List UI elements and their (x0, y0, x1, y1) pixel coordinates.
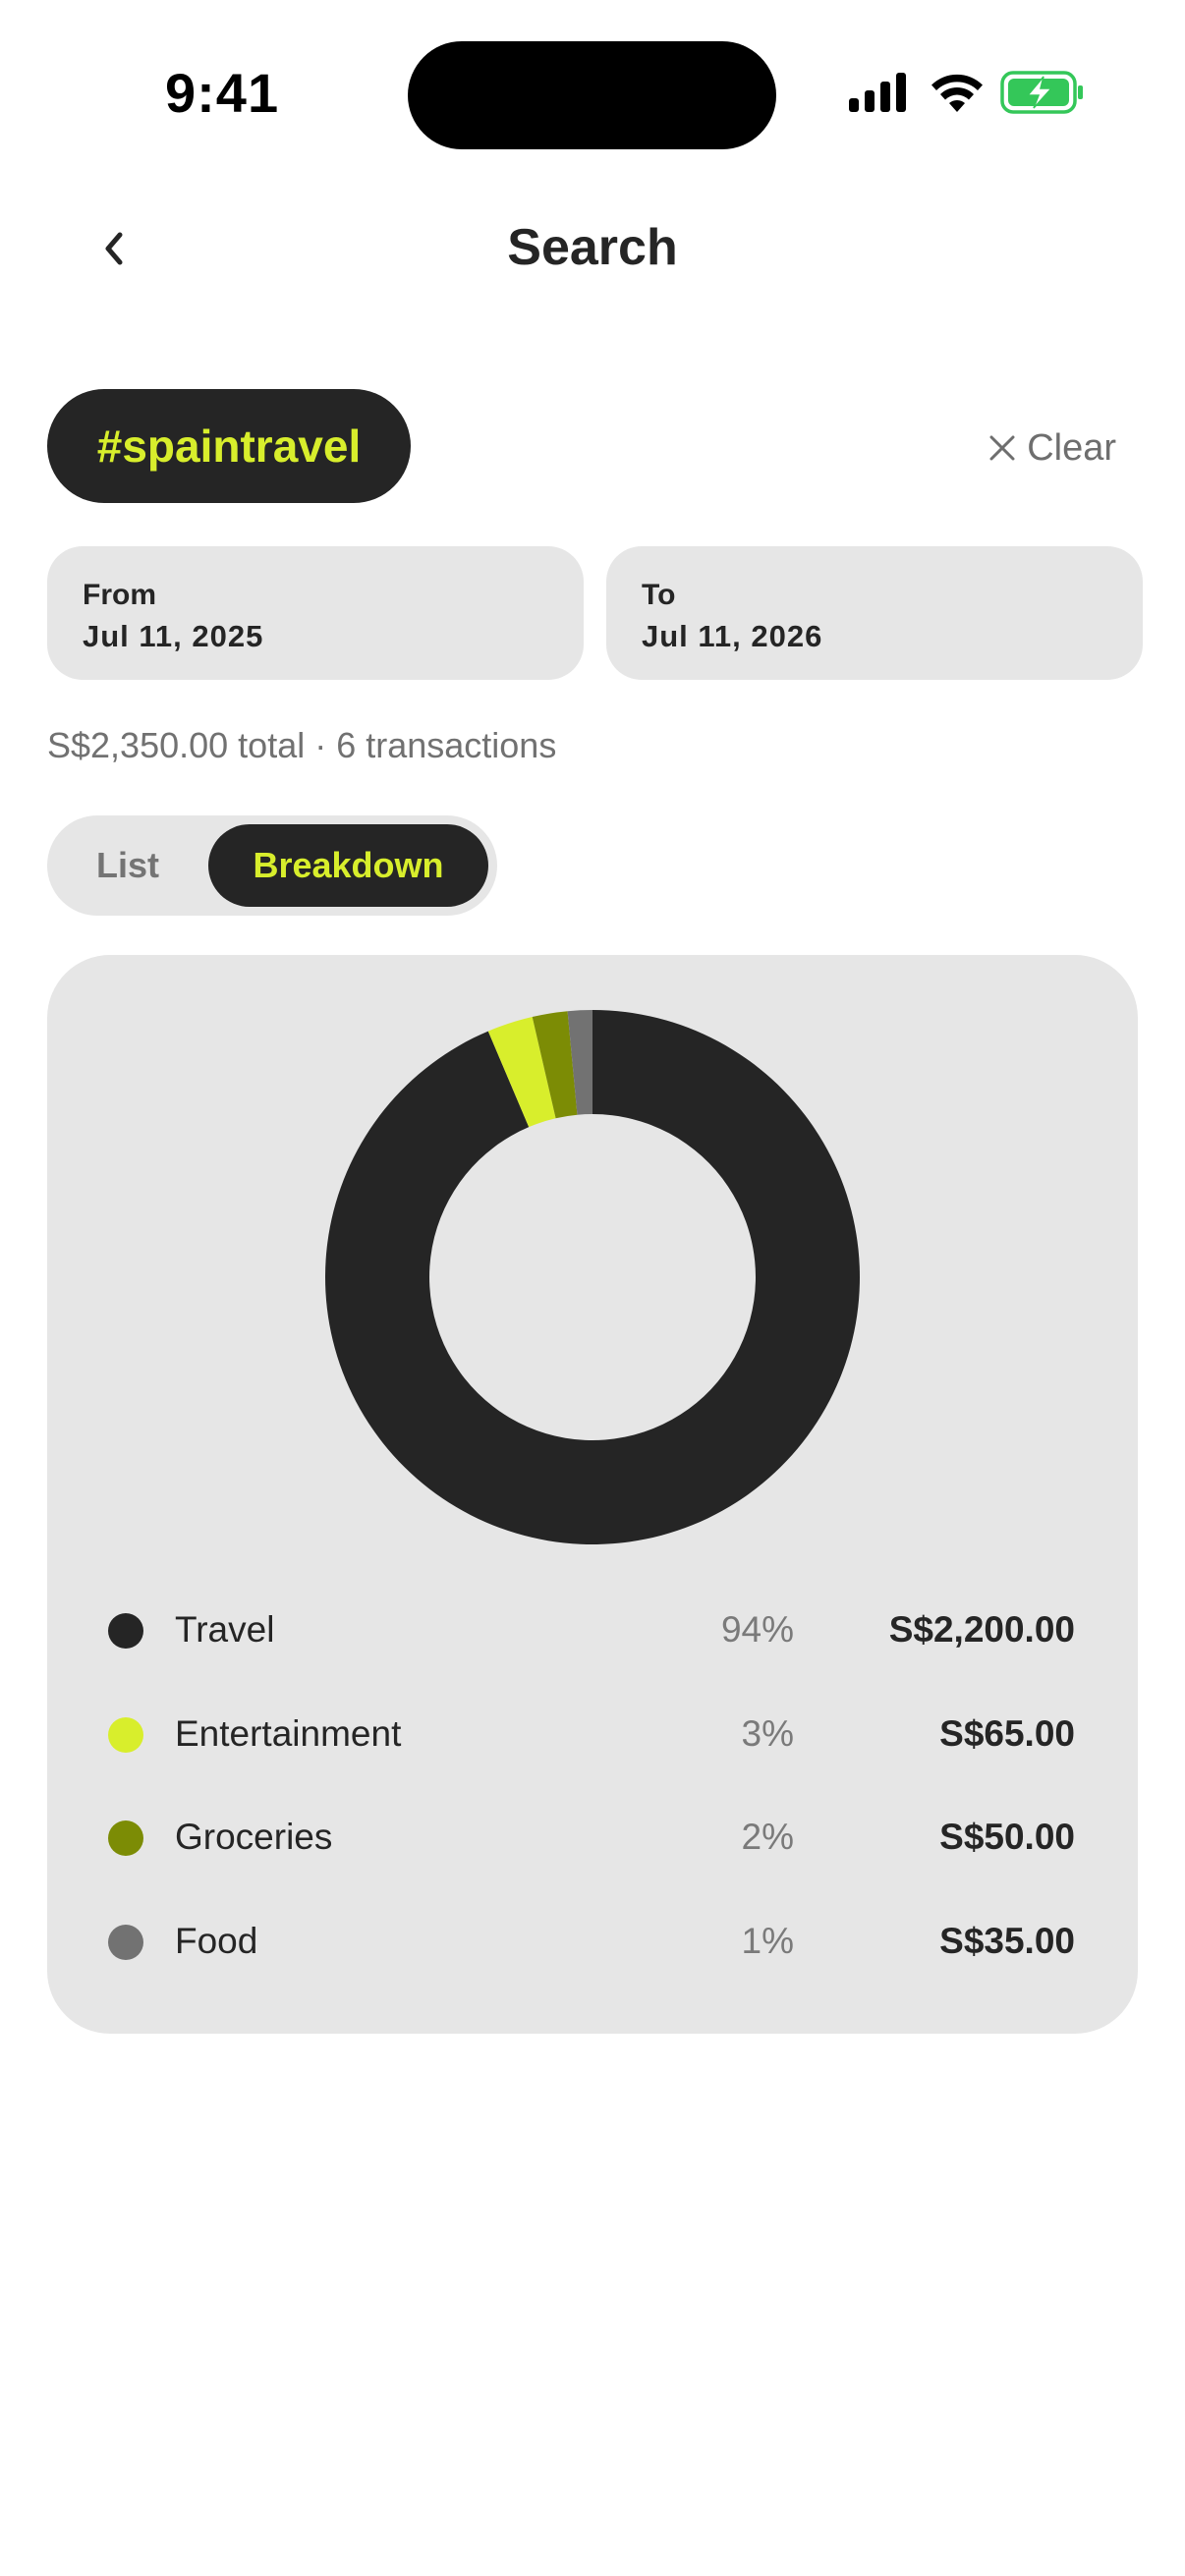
legend-percent: 2% (741, 1817, 794, 1857)
status-icons (849, 71, 1085, 120)
tag-filter-chip[interactable]: #spaintravel (47, 389, 411, 503)
legend-amount: S$65.00 (939, 1713, 1075, 1754)
legend-row[interactable]: Entertainment 3% S$65.00 (47, 1706, 1138, 1764)
view-toggle: List Breakdown (47, 815, 497, 916)
legend-category-name: Groceries (175, 1817, 333, 1857)
category-donut-chart (325, 1010, 860, 1544)
results-summary: S$2,350.00 total · 6 transactions (47, 725, 557, 765)
legend-color-dot (108, 1717, 143, 1753)
legend-row[interactable]: Groceries 2% S$50.00 (47, 1809, 1138, 1868)
from-date-label: From (83, 579, 156, 611)
wifi-icon (931, 74, 983, 112)
clear-button[interactable]: Clear (988, 420, 1116, 476)
legend-category-name: Entertainment (175, 1713, 402, 1754)
legend-category-name: Travel (175, 1609, 275, 1650)
legend-amount: S$2,200.00 (888, 1609, 1075, 1650)
legend-percent: 1% (741, 1921, 794, 1961)
legend-row[interactable]: Travel 94% S$2,200.00 (47, 1601, 1138, 1660)
clear-label: Clear (1027, 426, 1116, 469)
to-date-label: To (642, 579, 676, 611)
breakdown-card: Travel 94% S$2,200.00 Entertainment 3% S$65.0… (47, 955, 1138, 2034)
close-icon (989, 435, 1015, 461)
signal-icon (849, 73, 906, 112)
tab-list[interactable]: List (47, 815, 208, 916)
from-date-value: Jul 11, 2025 (83, 619, 264, 653)
legend-category-name: Food (175, 1921, 258, 1961)
battery-charging-icon (1000, 71, 1083, 114)
to-date-field[interactable]: To Jul 11, 2026 (606, 546, 1143, 680)
legend-amount: S$35.00 (939, 1921, 1075, 1961)
from-date-field[interactable]: From Jul 11, 2025 (47, 546, 584, 680)
legend-percent: 3% (741, 1713, 794, 1754)
page-title: Search (507, 219, 678, 276)
legend-amount: S$50.00 (939, 1817, 1075, 1857)
legend-row[interactable]: Food 1% S$35.00 (47, 1913, 1138, 1972)
legend-color-dot (108, 1820, 143, 1856)
dynamic-island (408, 41, 776, 149)
status-time: 9:41 (165, 62, 280, 124)
legend-color-dot (108, 1613, 143, 1649)
status-bar: 9:41 (0, 0, 1185, 187)
legend-color-dot (108, 1925, 143, 1960)
to-date-value: Jul 11, 2026 (642, 619, 823, 653)
legend-percent: 94% (720, 1609, 794, 1650)
tab-breakdown[interactable]: Breakdown (208, 824, 488, 907)
